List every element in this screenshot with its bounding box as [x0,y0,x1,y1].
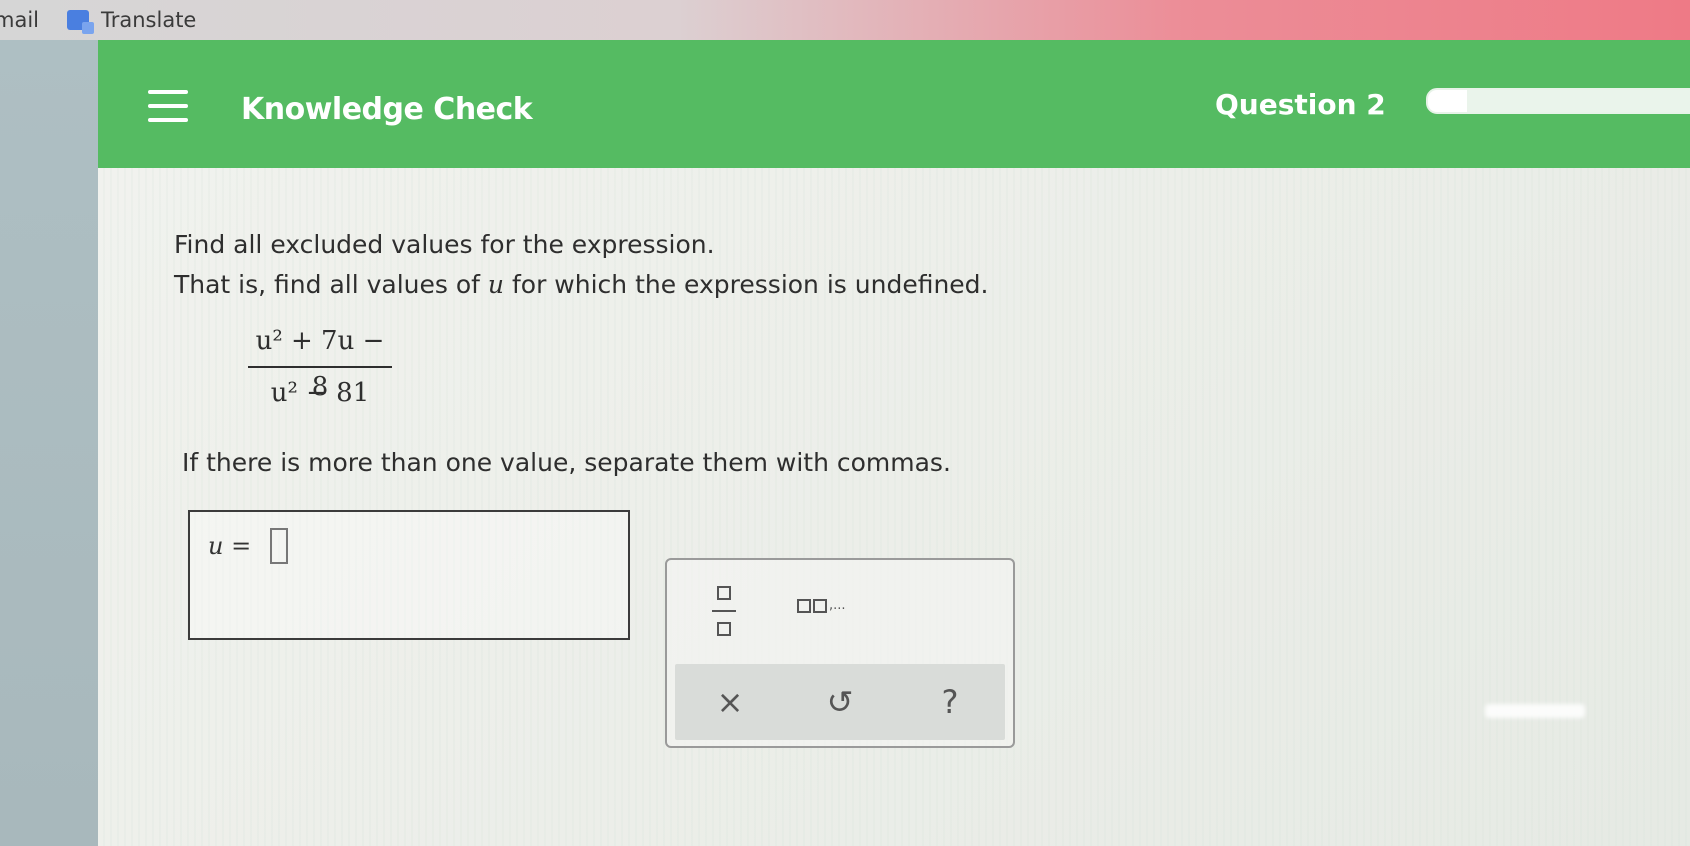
bookmark-translate[interactable]: Translate [67,8,197,34]
fraction-tool-bar-icon [712,610,736,612]
fraction-tool-numerator-icon [717,586,731,600]
list-tool-suffix: ,... [829,598,846,613]
menu-icon-line [148,104,188,108]
menu-icon-line [148,90,188,94]
menu-button[interactable] [148,90,188,122]
question-line-2: That is, find all values of u for which … [174,270,989,299]
progress-fill [1428,90,1467,112]
tools-action-bar: × ↺ ? [675,664,1005,740]
answer-label: u = [208,532,252,560]
header-bar: Knowledge Check Question 2 [98,40,1690,168]
fraction-tool-button[interactable] [711,586,737,636]
list-tool-button[interactable]: ,... [797,598,846,613]
page-left-margin [0,40,98,846]
bookmarks-bar: mail Translate [0,0,1690,40]
fraction-denominator: u² − 81 [270,378,370,408]
bookmark-gmail[interactable]: mail [0,8,39,32]
menu-icon-line [148,118,188,122]
answer-box: u = [188,510,630,640]
progress-bar [1426,88,1690,114]
help-button[interactable]: ? [920,683,980,721]
question-line-2-post: for which the expression is undefined. [504,270,989,299]
expression-fraction: u² + 7u − 8 u² − 81 [248,318,392,416]
clear-button[interactable]: × [700,683,760,721]
question-label: Question 2 [1215,88,1386,121]
translate-icon [67,10,94,34]
fraction-numerator: u² + 7u − 8 [255,326,385,402]
list-tool-box-icon [797,599,811,613]
bookmark-gmail-label: mail [0,8,39,32]
math-tools-panel: ,... × ↺ ? [665,558,1015,748]
fraction-tool-denominator-icon [717,622,731,636]
question-line-1: Find all excluded values for the express… [174,230,715,259]
question-variable: u [487,270,505,299]
page-title: Knowledge Check [241,92,533,127]
screen-glare [1485,704,1585,718]
answer-input[interactable] [270,528,288,564]
question-panel: Find all excluded values for the express… [98,168,1690,846]
bookmark-translate-label: Translate [101,8,197,32]
undo-button[interactable]: ↺ [810,683,870,721]
list-tool-box-icon [813,599,827,613]
instruction-text: If there is more than one value, separat… [182,448,951,477]
question-line-2-pre: That is, find all values of [174,270,488,299]
